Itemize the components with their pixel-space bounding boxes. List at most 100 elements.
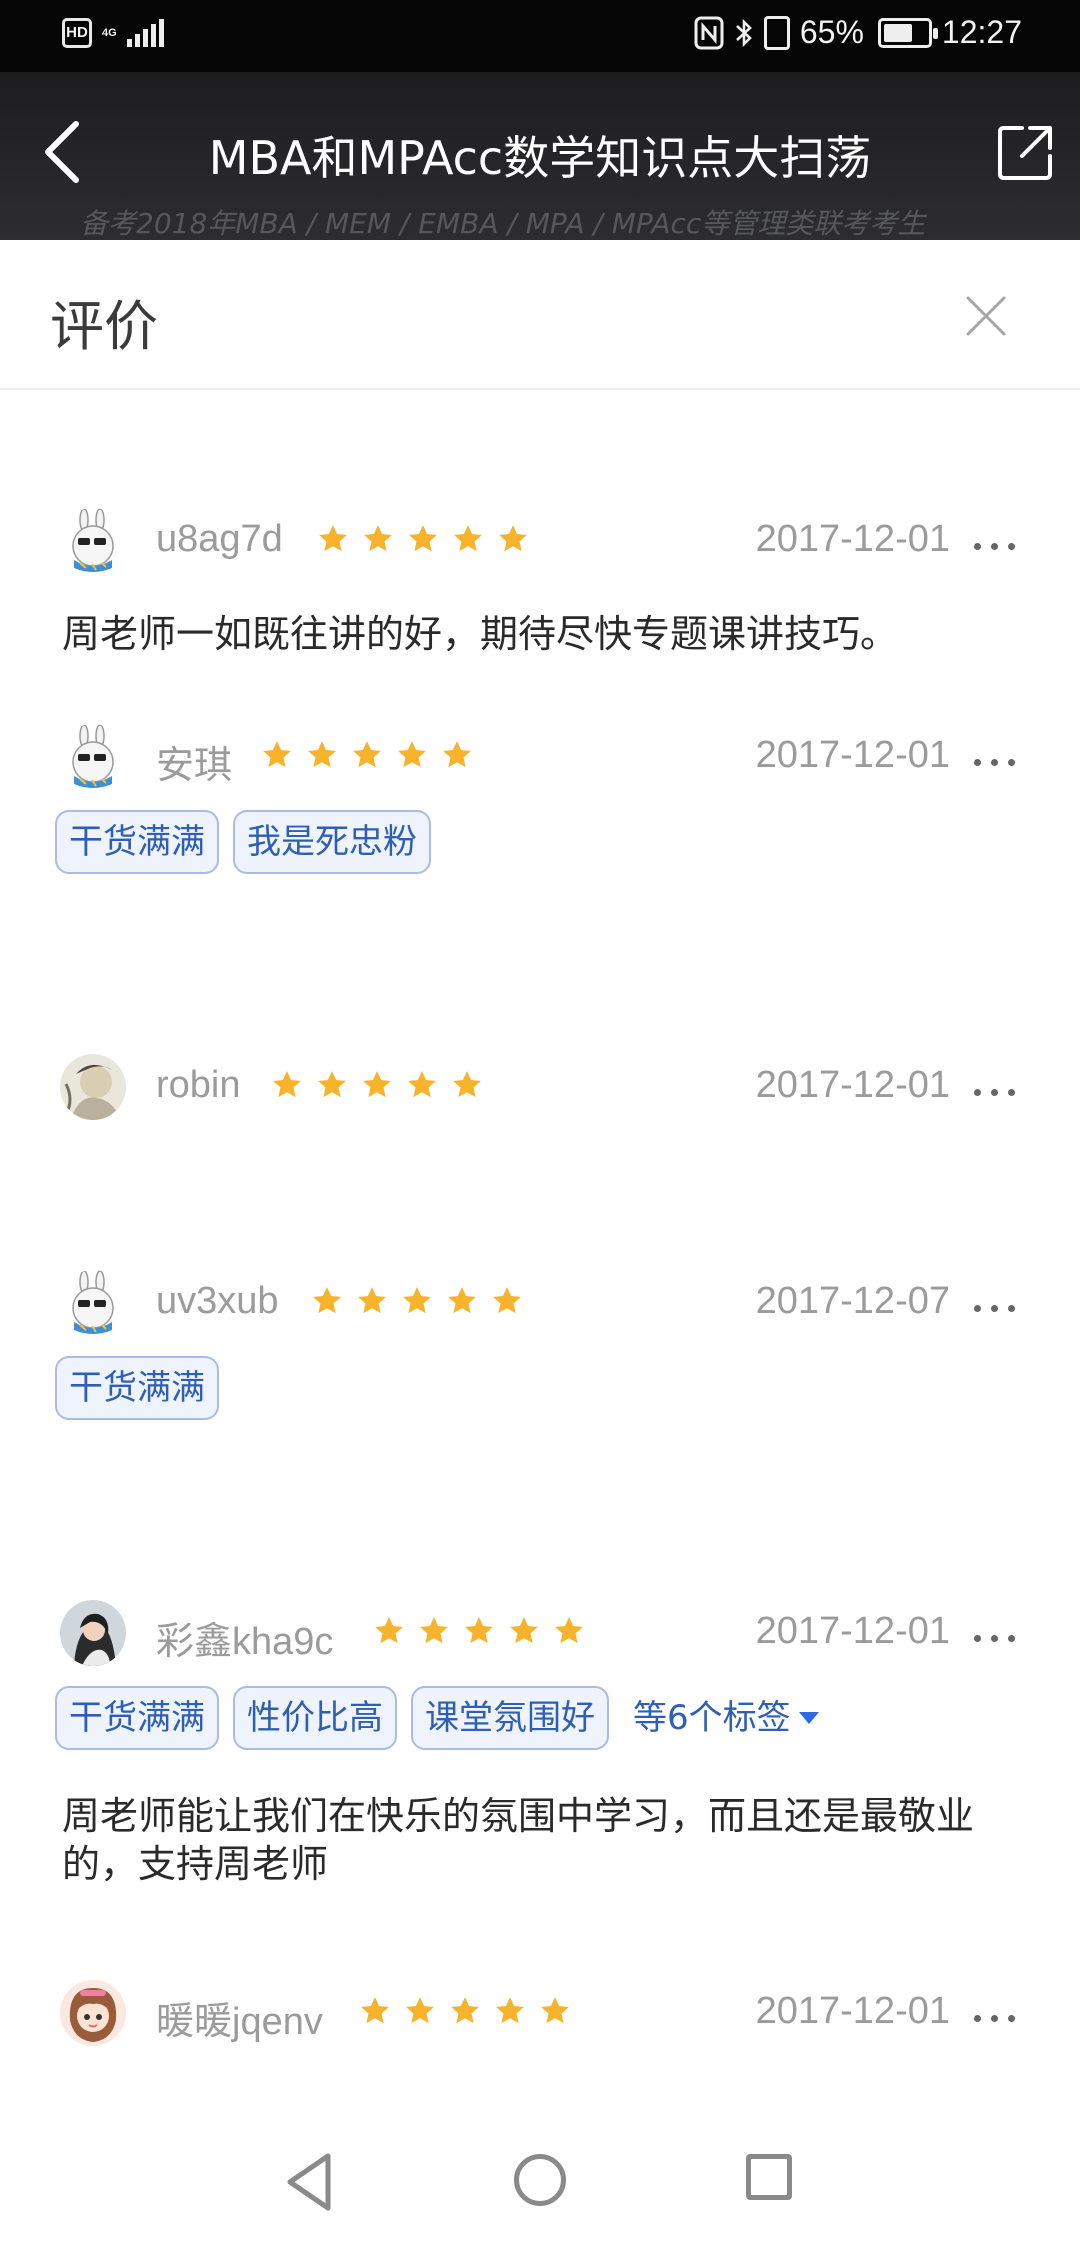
- review-date: 2017-12-01: [755, 1064, 950, 1106]
- star-icon: [358, 1287, 386, 1314]
- nfc-icon: [694, 16, 724, 49]
- sheet-title: 评价: [50, 295, 158, 358]
- avatar[interactable]: [60, 508, 126, 574]
- user-name[interactable]: 彩鑫kha9c: [156, 1610, 333, 1665]
- star-icon: [448, 1287, 476, 1314]
- tag-list: 干货满满 我是死忠粉: [55, 810, 431, 874]
- close-icon[interactable]: [964, 294, 1008, 338]
- review-item: robin 2017-12-01: [0, 1048, 1080, 1128]
- review-item: u8ag7d 2017-12-01 周老师一如既往讲的好，期待尽快专题课讲技巧。: [0, 502, 1080, 656]
- avatar[interactable]: [60, 1270, 126, 1336]
- star-icon: [453, 1071, 481, 1098]
- avatar[interactable]: [60, 1600, 126, 1666]
- avatar[interactable]: [60, 1980, 126, 2046]
- star-icon: [493, 1287, 521, 1314]
- review-header: 安琪 2017-12-01: [0, 718, 1080, 798]
- review-item: 暖暖jqenv 2017-12-01: [0, 1974, 1080, 2054]
- more-icon[interactable]: [974, 740, 1020, 770]
- star-icon: [409, 525, 437, 552]
- star-icon: [363, 1071, 391, 1098]
- tag-chip[interactable]: 干货满满: [55, 1686, 219, 1750]
- page-title: MBA和MPAcc数学知识点大扫荡: [208, 131, 872, 185]
- tag-list: 干货满满 性价比高 课堂氛围好 等6个标签: [55, 1686, 819, 1750]
- vibrate-icon: [763, 15, 790, 50]
- app-header: 备考2018年MBA / MEM / EMBA / MPA / MPAcc等管理…: [0, 72, 1080, 240]
- more-icon[interactable]: [974, 1996, 1020, 2026]
- tag-chip[interactable]: 干货满满: [55, 1356, 219, 1420]
- review-item: 安琪 2017-12-01 干货满满 我是死忠粉: [0, 718, 1080, 874]
- review-date: 2017-12-01: [755, 1990, 950, 2032]
- star-rating: [316, 522, 530, 556]
- user-name[interactable]: u8ag7d: [156, 518, 283, 561]
- more-icon[interactable]: [974, 1070, 1020, 1100]
- system-nav-bar: [0, 2120, 1080, 2244]
- review-header: 彩鑫kha9c 2017-12-01: [0, 1594, 1080, 1674]
- review-item: 彩鑫kha9c 2017-12-01 干货满满 性价比高 课堂氛围好 等6个标签…: [0, 1594, 1080, 1886]
- avatar[interactable]: [60, 724, 126, 790]
- more-icon[interactable]: [974, 1286, 1020, 1316]
- review-header: u8ag7d 2017-12-01: [0, 502, 1080, 582]
- review-date: 2017-12-07: [755, 1280, 950, 1322]
- user-name[interactable]: 安琪: [156, 734, 232, 789]
- signal-icon: [126, 19, 164, 47]
- star-icon: [308, 741, 336, 768]
- star-rating: [372, 1614, 586, 1648]
- star-icon: [364, 525, 392, 552]
- star-icon: [454, 525, 482, 552]
- review-text: 周老师一如既往讲的好，期待尽快专题课讲技巧。: [62, 612, 899, 656]
- star-icon: [403, 1287, 431, 1314]
- star-rating: [270, 1068, 484, 1102]
- more-tags-toggle[interactable]: 等6个标签: [633, 1688, 819, 1748]
- star-icon: [353, 741, 381, 768]
- tag-chip[interactable]: 我是死忠粉: [233, 810, 431, 874]
- avatar[interactable]: [60, 1054, 126, 1120]
- more-tags-label: 等6个标签: [633, 1698, 791, 1738]
- triangle-back-icon[interactable]: [282, 2150, 338, 2214]
- star-icon: [398, 741, 426, 768]
- status-right: 65% 12:27: [694, 14, 1022, 51]
- star-icon: [408, 1071, 436, 1098]
- circle-home-icon[interactable]: [514, 2154, 566, 2206]
- more-icon[interactable]: [974, 524, 1020, 554]
- review-date: 2017-12-01: [755, 734, 950, 776]
- review-header: uv3xub 2017-12-07: [0, 1264, 1080, 1344]
- star-icon: [451, 1997, 479, 2024]
- review-header: 暖暖jqenv 2017-12-01: [0, 1974, 1080, 2054]
- caret-down-icon: [798, 1712, 819, 1724]
- star-icon: [499, 525, 527, 552]
- review-date: 2017-12-01: [755, 518, 950, 560]
- star-rating: [358, 1994, 572, 2028]
- battery-icon: [877, 17, 938, 48]
- star-icon: [273, 1071, 301, 1098]
- tag-chip[interactable]: 干货满满: [55, 810, 219, 874]
- star-icon: [406, 1997, 434, 2024]
- review-header: robin 2017-12-01: [0, 1048, 1080, 1128]
- status-left: HD 4G: [62, 18, 164, 48]
- battery-percent: 65%: [799, 14, 864, 50]
- star-icon: [465, 1617, 493, 1644]
- square-recent-icon[interactable]: [746, 2154, 792, 2200]
- bluetooth-icon: [735, 18, 752, 47]
- star-icon: [443, 741, 471, 768]
- tag-chip[interactable]: 课堂氛围好: [411, 1686, 609, 1750]
- share-icon[interactable]: [996, 122, 1056, 182]
- review-date: 2017-12-01: [755, 1610, 950, 1652]
- tag-chip[interactable]: 性价比高: [233, 1686, 397, 1750]
- user-name[interactable]: robin: [156, 1064, 241, 1107]
- review-text: 周老师能让我们在快乐的氛围中学习，而且还是最敬业的，支持周老师: [62, 1794, 975, 1886]
- star-icon: [263, 741, 291, 768]
- user-name[interactable]: 暖暖jqenv: [156, 1990, 323, 2045]
- user-name[interactable]: uv3xub: [156, 1280, 279, 1323]
- star-icon: [375, 1617, 403, 1644]
- star-icon: [313, 1287, 341, 1314]
- clock: 12:27: [941, 14, 1022, 50]
- star-icon: [420, 1617, 448, 1644]
- star-rating: [310, 1284, 524, 1318]
- star-icon: [319, 525, 347, 552]
- header-background-subtitle: 备考2018年MBA / MEM / EMBA / MPA / MPAcc等管理…: [80, 207, 926, 240]
- status-bar: HD 4G 65% 12:27: [0, 0, 1080, 72]
- star-icon: [496, 1997, 524, 2024]
- star-rating: [260, 738, 474, 772]
- more-icon[interactable]: [974, 1616, 1020, 1646]
- review-sheet: 评价 u8ag7d 2017-12-01 周老师一如既往讲的好，期待尽快专题课讲…: [0, 240, 1080, 2120]
